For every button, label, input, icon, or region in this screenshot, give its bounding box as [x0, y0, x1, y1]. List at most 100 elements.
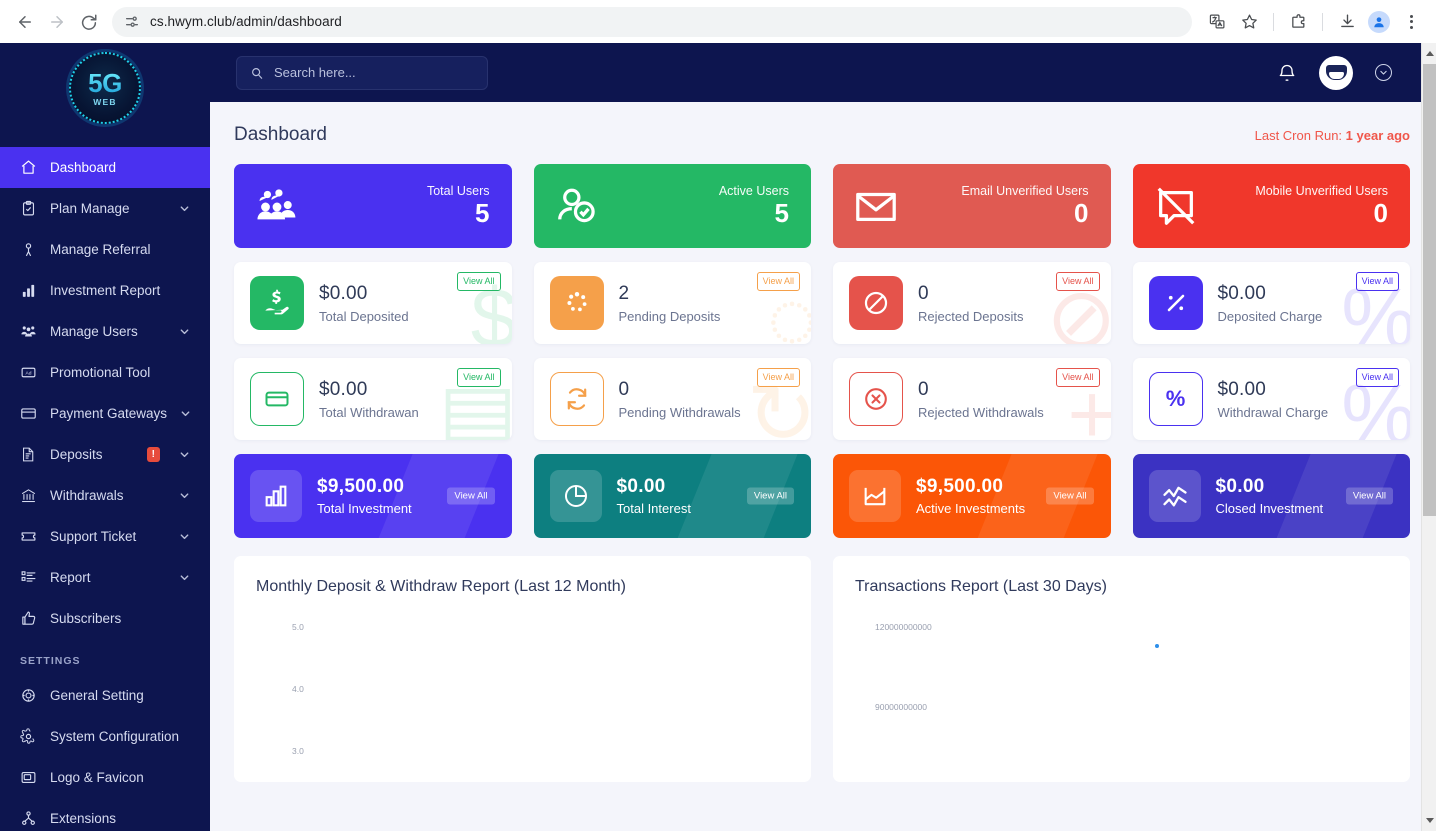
stat-card-total-deposited[interactable]: $0.00 Total Deposited View All $	[234, 262, 512, 344]
sidebar-item-label: Report	[50, 570, 91, 585]
stat-card-pending-deposits[interactable]: 2 Pending Deposits View All ◌	[533, 262, 811, 344]
sidebar-item-manage-referral[interactable]: Manage Referral	[0, 229, 210, 270]
view-all-button[interactable]: View All	[1056, 272, 1100, 291]
bank-icon	[20, 487, 37, 504]
page-scrollbar[interactable]	[1421, 43, 1436, 831]
stat-caption: Pending Deposits	[618, 308, 721, 324]
sidebar-item-label: Subscribers	[50, 611, 122, 626]
view-all-button[interactable]: View All	[746, 487, 794, 505]
sidebar-item-label: General Setting	[50, 688, 144, 703]
sidebar-item-extensions[interactable]: Extensions	[0, 798, 210, 831]
chevron-down-circle-icon[interactable]	[1375, 64, 1392, 81]
stat-caption: Total Deposited	[319, 308, 409, 324]
stat-card-withdrawal-charge[interactable]: % $0.00 Withdrawal Charge View All %	[1132, 358, 1410, 440]
sidebar-item-dashboard[interactable]: Dashboard	[0, 147, 210, 188]
stat-card-active-users[interactable]: Active Users 5	[533, 164, 811, 248]
notification-bell-icon[interactable]	[1277, 63, 1297, 83]
sidebar-item-promotional-tool[interactable]: Ad Promotional Tool	[0, 352, 210, 393]
ad-icon: Ad	[20, 364, 37, 381]
sidebar-item-logo-favicon[interactable]: Logo & Favicon	[0, 757, 210, 798]
download-icon[interactable]	[1332, 7, 1362, 37]
stat-card-mobile-unverified[interactable]: Mobile Unverified Users 0	[1132, 164, 1410, 248]
reload-button[interactable]	[74, 7, 104, 37]
stat-card-total-users[interactable]: Total Users 5	[234, 164, 512, 248]
scroll-up-arrow[interactable]	[1422, 43, 1436, 64]
sidebar-item-label: Manage Referral	[50, 242, 151, 257]
sidebar-item-label: Withdrawals	[50, 488, 124, 503]
header-actions	[1277, 55, 1392, 90]
stat-card-email-unverified[interactable]: Email Unverified Users 0	[833, 164, 1111, 248]
site-settings-icon[interactable]	[124, 14, 140, 30]
stat-value: 0	[1074, 197, 1089, 228]
translate-icon[interactable]	[1202, 7, 1232, 37]
sidebar-item-general-setting[interactable]: General Setting	[0, 675, 210, 716]
view-all-button[interactable]: View All	[1056, 368, 1100, 387]
view-all-button[interactable]: View All	[1046, 487, 1094, 505]
sidebar-item-investment-report[interactable]: Investment Report	[0, 270, 210, 311]
stat-card-rejected-withdrawals[interactable]: 0 Rejected Withdrawals View All +	[833, 358, 1111, 440]
view-all-button[interactable]: View All	[457, 368, 501, 387]
sidebar-section-settings: SETTINGS	[20, 655, 81, 667]
credit-card-icon	[20, 405, 37, 422]
brand-logo[interactable]: 5G WEB	[0, 43, 210, 133]
sidebar-item-manage-users[interactable]: Manage Users	[0, 311, 210, 352]
sidebar-item-support-ticket[interactable]: Support Ticket	[0, 516, 210, 557]
sidebar-item-label: Deposits	[50, 447, 103, 462]
hand-dollar-icon	[250, 276, 304, 330]
scroll-down-arrow[interactable]	[1422, 810, 1436, 831]
bookmark-star-icon[interactable]	[1234, 7, 1264, 37]
forward-button[interactable]	[42, 7, 72, 37]
gear-icon	[20, 728, 37, 745]
sidebar-item-withdrawals[interactable]: Withdrawals	[0, 475, 210, 516]
stat-card-total-interest[interactable]: $0.00 Total Interest View All	[533, 454, 811, 538]
sidebar-item-label: System Configuration	[50, 729, 180, 744]
stat-card-deposited-charge[interactable]: $0.00 Deposited Charge View All %	[1132, 262, 1410, 344]
view-all-button[interactable]: View All	[756, 368, 800, 387]
view-all-button[interactable]: View All	[1355, 272, 1399, 291]
toolbar-divider-2	[1322, 12, 1323, 31]
chevron-down-icon	[180, 206, 189, 212]
view-all-button[interactable]: View All	[756, 272, 800, 291]
extensions-icon[interactable]	[1283, 7, 1313, 37]
stat-value: 2	[618, 282, 630, 304]
stat-value: 5	[774, 197, 789, 228]
refresh-icon	[549, 372, 604, 426]
profile-button[interactable]	[1364, 7, 1394, 37]
stat-value: 0	[918, 282, 929, 304]
stat-caption: Deposited Charge	[1217, 308, 1323, 324]
scrollbar-thumb[interactable]	[1423, 64, 1436, 516]
bar-chart-icon	[20, 282, 37, 299]
chart-panel-monthly-deposit-withdraw: Monthly Deposit & Withdraw Report (Last …	[234, 556, 811, 782]
stat-card-total-withdrawan[interactable]: $0.00 Total Withdrawan View All ▤	[234, 358, 512, 440]
stat-card-pending-withdrawals[interactable]: 0 Pending Withdrawals View All ↻	[533, 358, 811, 440]
sidebar-item-label: Investment Report	[50, 283, 161, 298]
sidebar-item-report[interactable]: Report	[0, 557, 210, 598]
sidebar-item-label: Promotional Tool	[50, 365, 151, 380]
sidebar-item-plan-manage[interactable]: Plan Manage	[0, 188, 210, 229]
view-all-button[interactable]: View All	[1355, 368, 1399, 387]
y-axis-tick: 3.0	[292, 746, 304, 756]
sidebar-item-system-configuration[interactable]: System Configuration	[0, 716, 210, 757]
stat-card-rejected-deposits[interactable]: 0 Rejected Deposits View All ⊘	[833, 262, 1111, 344]
search-input[interactable]: Search here...	[236, 55, 488, 90]
status-badge: !	[146, 447, 160, 462]
view-all-button[interactable]: View All	[1345, 487, 1393, 505]
stats-row-withdrawals: $0.00 Total Withdrawan View All ▤ 0 Pend…	[234, 358, 1410, 440]
stat-card-total-investment[interactable]: $9,500.00 Total Investment View All	[234, 454, 512, 538]
back-button[interactable]	[10, 7, 40, 37]
view-all-button[interactable]: View All	[447, 487, 495, 505]
sidebar-item-subscribers[interactable]: Subscribers	[0, 598, 210, 639]
sidebar-item-deposits[interactable]: Deposits !	[0, 434, 210, 475]
view-all-button[interactable]: View All	[457, 272, 501, 291]
top-header: Search here...	[210, 43, 1436, 102]
avatar[interactable]	[1319, 55, 1353, 90]
sidebar-item-label: Manage Users	[50, 324, 138, 339]
stat-card-active-investments[interactable]: $9,500.00 Active Investments View All	[833, 454, 1111, 538]
three-dot-menu-icon[interactable]	[1396, 7, 1426, 37]
no-entry-icon	[849, 276, 903, 330]
stat-card-closed-investment[interactable]: $0.00 Closed Investment View All	[1132, 454, 1410, 538]
address-bar[interactable]: cs.hwym.club/admin/dashboard	[112, 6, 1192, 37]
list-report-icon	[20, 569, 37, 586]
sidebar-item-payment-gateways[interactable]: Payment Gateways	[0, 393, 210, 434]
stat-caption: Pending Withdrawals	[618, 404, 741, 420]
